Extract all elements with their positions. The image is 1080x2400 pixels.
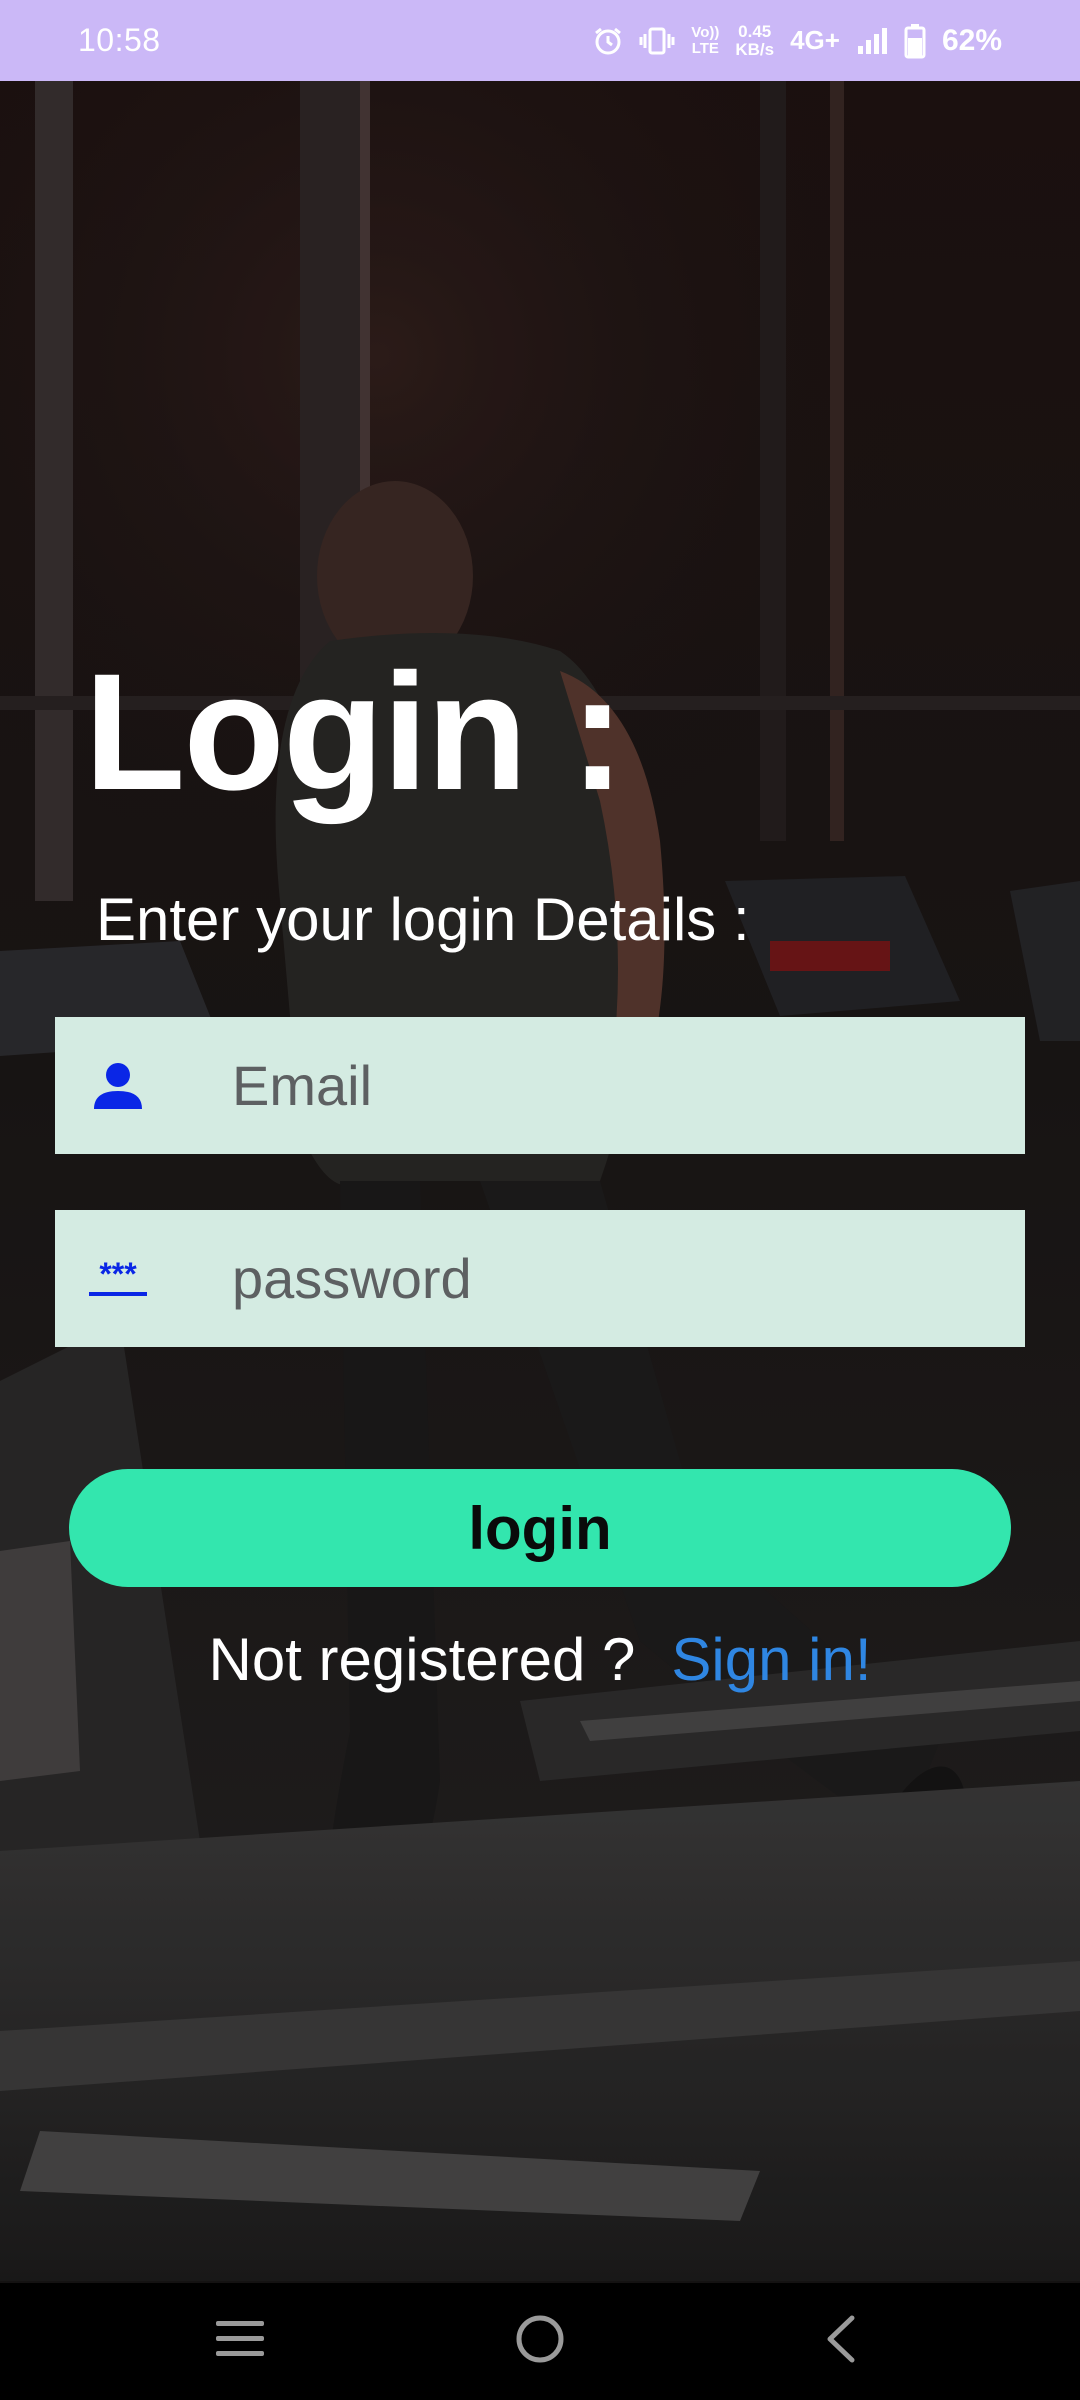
password-input[interactable]	[180, 1210, 1025, 1347]
signin-link[interactable]: Sign in!	[671, 1630, 871, 1690]
navigation-bar	[0, 2283, 1080, 2400]
email-input[interactable]	[180, 1017, 1025, 1154]
home-icon	[515, 2314, 565, 2369]
back-button[interactable]	[780, 2292, 900, 2392]
network-type: 4G+	[790, 25, 840, 55]
menu-icon	[214, 2317, 266, 2366]
battery-percent: 62%	[941, 23, 1002, 57]
password-icon: ***	[55, 1210, 180, 1347]
network-speed: 0.45 KB/s	[735, 21, 775, 59]
password-field[interactable]: ***	[55, 1210, 1025, 1347]
menu-button[interactable]	[180, 2292, 300, 2392]
status-bar: 10:58 Vo)) LTE 0.45 KB/s 4G+ 62%	[0, 0, 1080, 81]
status-time: 10:58	[78, 22, 161, 58]
person-icon	[55, 1017, 180, 1154]
battery-icon	[904, 23, 926, 59]
register-prompt: Not registered ?	[208, 1626, 636, 1693]
login-button[interactable]: login	[69, 1469, 1011, 1587]
network-speed-value: 0.45	[738, 21, 772, 41]
network-speed-unit: KB/s	[735, 39, 775, 59]
volte-top-label: Vo))	[691, 23, 720, 41]
password-icon-glyph: ***	[99, 1259, 137, 1292]
alarm-icon	[593, 26, 623, 56]
volte-bottom-label: LTE	[691, 39, 719, 57]
back-icon	[820, 2314, 860, 2369]
status-icons: Vo)) LTE 0.45 KB/s 4G+ 62%	[593, 21, 1002, 59]
login-screen: 10:58 Vo)) LTE 0.45 KB/s 4G+ 62% Login:…	[0, 0, 1080, 2400]
page-subtitle: Enter your login Details :	[96, 886, 750, 953]
home-button[interactable]	[480, 2292, 600, 2392]
page-title: Login :	[84, 640, 625, 825]
register-row: Not registered ? Sign in!	[0, 1630, 1080, 1690]
volte-icon: Vo)) LTE	[691, 23, 720, 57]
signal-icon	[856, 26, 888, 56]
login-form-area: Login : Enter your login Details : *** l…	[0, 0, 1080, 2400]
vibrate-icon	[639, 26, 675, 56]
email-field[interactable]	[55, 1017, 1025, 1154]
